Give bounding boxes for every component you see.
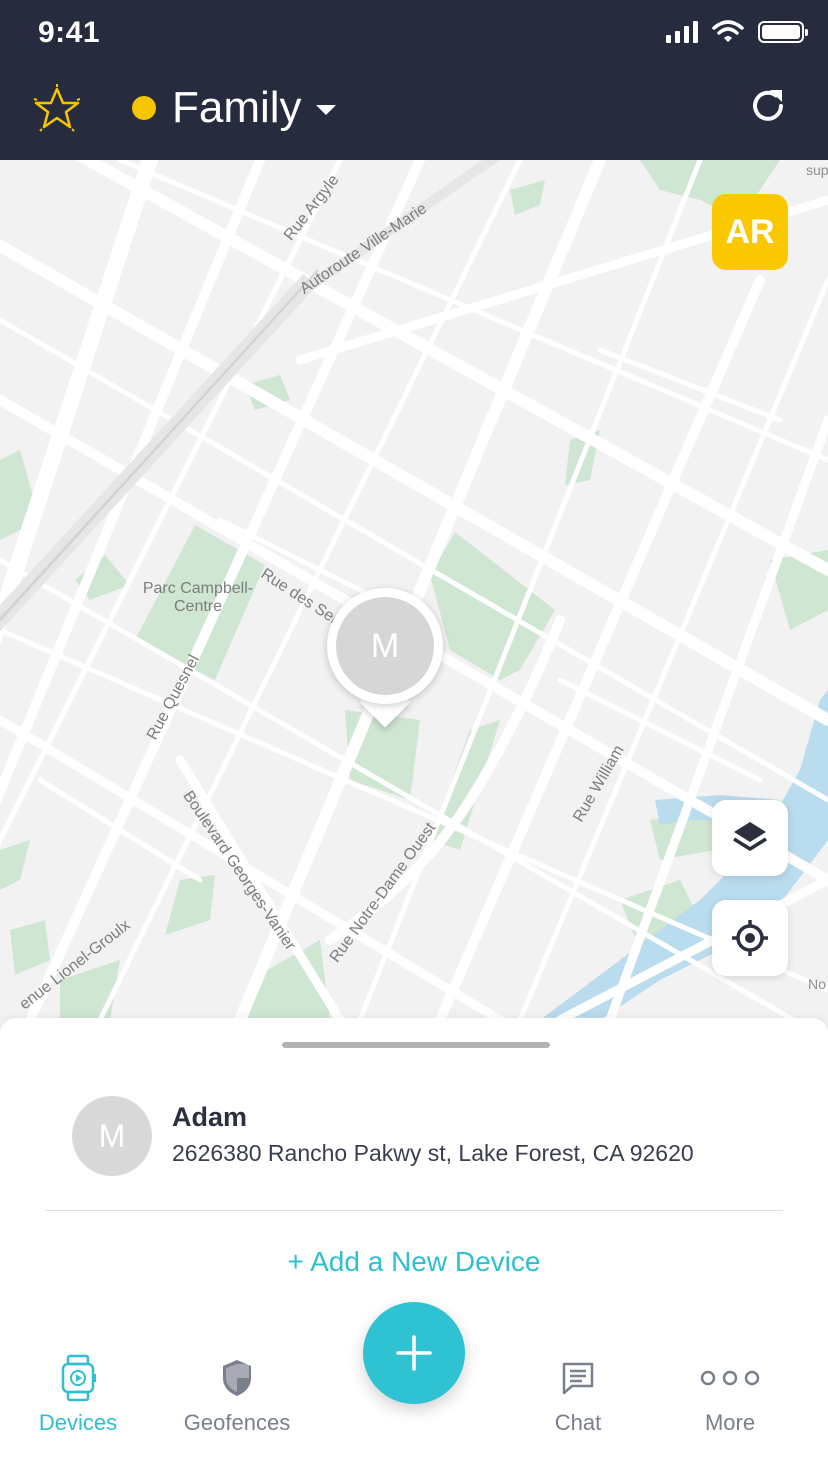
wifi-icon <box>712 20 744 42</box>
tab-label-devices: Devices <box>38 1410 118 1435</box>
device-list-item[interactable]: M Adam 2626380 Rancho Pakwy st, Lake For… <box>72 1096 782 1178</box>
add-device-button[interactable]: + Add a New Device <box>0 1246 828 1278</box>
add-button[interactable] <box>363 1302 465 1404</box>
status-time: 9:41 <box>38 16 101 49</box>
more-icon <box>700 1370 760 1386</box>
tab-devices[interactable]: Devices <box>0 1354 158 1436</box>
tab-label-geofences: Geofences <box>183 1410 291 1435</box>
edge-label-top-right: sup <box>806 162 828 178</box>
shield-icon <box>223 1360 251 1396</box>
device-name: Adam <box>172 1102 248 1132</box>
tab-label-chat: Chat <box>554 1410 602 1435</box>
group-name: Family <box>172 83 302 132</box>
tab-more[interactable]: More <box>650 1354 810 1436</box>
divider <box>45 1210 783 1211</box>
map-layers-button[interactable] <box>712 800 788 876</box>
my-location-button[interactable] <box>712 900 788 976</box>
sheet-drag-handle[interactable] <box>282 1042 550 1048</box>
tab-geofences[interactable]: Geofences <box>157 1354 317 1436</box>
pin-avatar: M <box>336 597 434 695</box>
poi-label-line1: Parc Campbell- <box>142 580 254 597</box>
poi-label-line2: Centre <box>173 598 223 615</box>
app-header: 9:41 Family <box>0 0 828 160</box>
refresh-button[interactable] <box>748 86 788 126</box>
crosshair-icon <box>732 920 768 956</box>
location-pin[interactable]: M <box>327 588 443 728</box>
status-bar: 9:41 <box>0 0 828 70</box>
avatar: M <box>72 1096 152 1176</box>
device-address: 2626380 Rancho Pakwy st, Lake Forest, CA… <box>172 1140 694 1166</box>
header-nav: Family <box>0 70 828 160</box>
battery-icon <box>758 21 808 43</box>
star-icon <box>33 84 81 132</box>
group-selector[interactable]: Family <box>132 80 336 136</box>
edge-label-right: No <box>808 976 826 992</box>
group-status-dot <box>132 96 156 120</box>
watch-icon <box>61 1354 96 1402</box>
poi-label-parc: Parc Campbell- Centre <box>130 580 266 616</box>
ar-avatar-badge[interactable]: AR <box>712 194 788 270</box>
chevron-down-icon <box>315 105 336 115</box>
map-view[interactable]: Rue Argyle Autoroute Ville-Marie Rue des… <box>0 160 828 1020</box>
favorite-button[interactable] <box>30 82 84 136</box>
tab-chat[interactable]: Chat <box>498 1354 658 1436</box>
status-icons <box>666 20 808 44</box>
signal-icon <box>666 21 698 43</box>
chat-icon <box>562 1362 594 1395</box>
layers-icon <box>733 822 767 851</box>
refresh-icon <box>753 90 783 121</box>
plus-icon <box>396 1335 432 1371</box>
tab-label-more: More <box>704 1410 756 1435</box>
